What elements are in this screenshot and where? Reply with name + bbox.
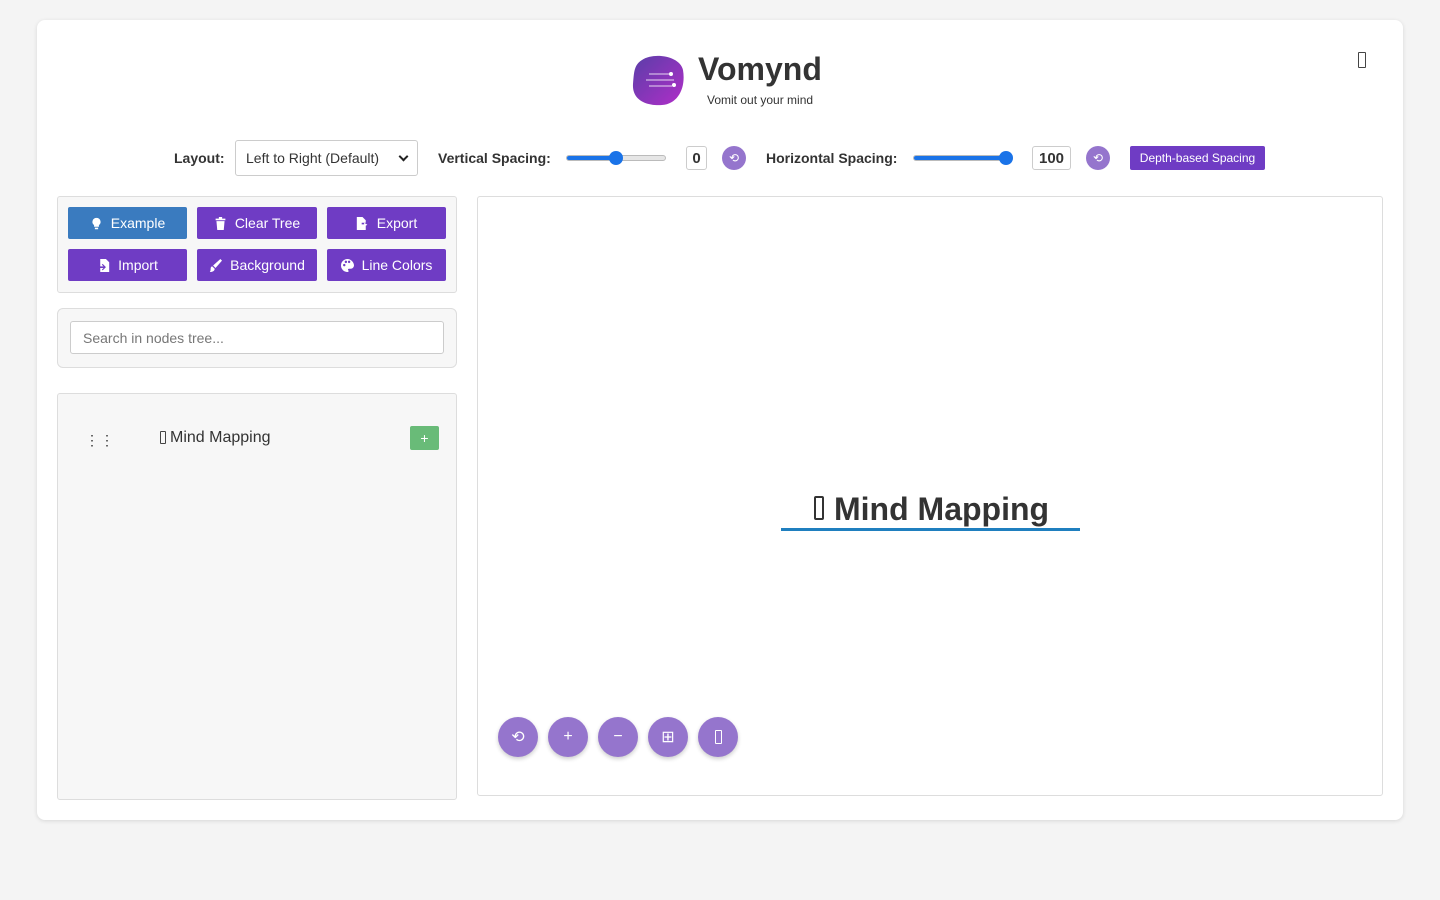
zoom-out-button[interactable]: −	[598, 717, 638, 757]
slider-thumb[interactable]	[609, 151, 623, 165]
action-buttons-panel: Example Clear Tree Export Import Backgro…	[57, 196, 457, 293]
import-button[interactable]: Import	[68, 249, 187, 281]
trash-icon	[215, 216, 226, 230]
example-button[interactable]: Example	[68, 207, 187, 239]
root-node-icon	[814, 496, 824, 520]
export-button[interactable]: Export	[327, 207, 446, 239]
fit-view-button[interactable]: ⊞	[648, 717, 688, 757]
background-button[interactable]: Background	[197, 249, 317, 281]
settings-toggle-icon[interactable]	[1353, 48, 1371, 72]
app-title: Vomynd	[698, 51, 822, 87]
clear-tree-button[interactable]: Clear Tree	[197, 207, 317, 239]
vertical-spacing-value: 0	[686, 146, 707, 170]
fullscreen-button[interactable]	[698, 717, 738, 757]
nodes-tree-panel: ⋮⋮ Mind Mapping +	[57, 393, 457, 800]
horizontal-spacing-value: 100	[1032, 146, 1071, 170]
root-node[interactable]: Mind Mapping	[781, 487, 1080, 531]
import-button-label: Import	[118, 257, 158, 273]
layout-select-value: Left to Right (Default)	[246, 150, 380, 166]
reset-horizontal-spacing-button[interactable]: ⟲	[1086, 146, 1110, 170]
node-icon	[160, 431, 166, 444]
clear-tree-button-label: Clear Tree	[234, 215, 301, 231]
vertical-spacing-label: Vertical Spacing:	[438, 150, 551, 166]
depth-based-spacing-button[interactable]: Depth-based Spacing	[1130, 146, 1265, 170]
search-input[interactable]: Search in nodes tree...	[70, 321, 444, 354]
mind-map-canvas[interactable]: Mind Mapping ⟲ + − ⊞	[477, 196, 1383, 796]
line-colors-button-label: Line Colors	[361, 257, 433, 273]
reset-vertical-spacing-button[interactable]: ⟲	[722, 146, 746, 170]
drag-handle-icon[interactable]: ⋮⋮	[85, 432, 115, 449]
line-colors-button[interactable]: Line Colors	[327, 249, 446, 281]
palette-icon	[340, 258, 354, 272]
tree-node-label[interactable]: Mind Mapping	[170, 429, 271, 447]
file-import-icon	[100, 258, 110, 272]
export-button-label: Export	[376, 215, 418, 231]
slider-track	[913, 155, 1013, 161]
layout-label: Layout:	[174, 150, 225, 166]
file-export-icon	[356, 216, 368, 230]
fullscreen-icon	[714, 730, 722, 744]
add-child-node-button[interactable]: +	[410, 426, 439, 450]
vertical-spacing-slider[interactable]	[566, 150, 666, 166]
example-button-label: Example	[110, 215, 166, 231]
layout-select[interactable]: Left to Right (Default)	[235, 140, 418, 176]
app-logo-icon	[632, 55, 684, 106]
background-button-label: Background	[230, 257, 305, 273]
app-card: Vomynd Vomit out your mind Layout: Left …	[37, 20, 1403, 820]
horizontal-spacing-slider[interactable]	[913, 150, 1013, 166]
zoom-in-button[interactable]: +	[548, 717, 588, 757]
paintbrush-icon	[209, 258, 223, 272]
search-panel: Search in nodes tree...	[57, 308, 457, 368]
app-subtitle: Vomit out your mind	[707, 93, 814, 107]
chevron-down-icon	[398, 151, 409, 161]
reset-view-button[interactable]: ⟲	[498, 717, 538, 757]
lightbulb-icon	[92, 217, 101, 229]
horizontal-spacing-label: Horizontal Spacing:	[766, 150, 898, 166]
slider-thumb[interactable]	[999, 151, 1013, 165]
root-node-label[interactable]: Mind Mapping	[834, 491, 1049, 528]
slider-fill	[914, 156, 1012, 160]
